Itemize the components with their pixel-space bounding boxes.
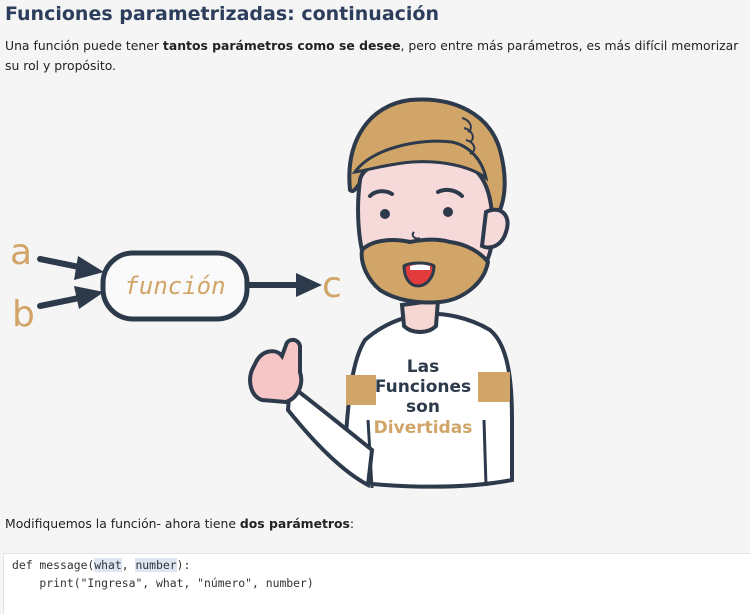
ear	[479, 207, 510, 250]
input-a-label: a	[10, 232, 32, 273]
arrow-c-icon	[246, 273, 322, 297]
shirt-text-1: Las	[407, 357, 439, 377]
second-paragraph: Modifiquemos la función- ahora tiene dos…	[5, 516, 354, 531]
para2-bold: dos parámetros	[239, 516, 350, 531]
function-diagram: a b función c	[10, 232, 342, 335]
shirt-text-4: Divertidas	[374, 418, 473, 438]
param-what: what	[94, 558, 122, 572]
param-number: number	[135, 558, 177, 572]
neck	[399, 297, 441, 334]
para2-text-2: :	[349, 516, 355, 531]
eye-right	[443, 207, 453, 217]
code-line-1: def message(what, number):	[12, 558, 190, 572]
input-b-label: b	[12, 294, 35, 335]
shirt-text-3: son	[406, 397, 440, 417]
code-line-2: print("Ingresa", what, "número", number)	[12, 576, 314, 590]
code-block: def message(what, number): print("Ingres…	[3, 553, 750, 614]
intro-text-1: Una función puede tener	[5, 38, 163, 53]
para2-text-1: Modifiquemos la función- ahora tiene	[5, 516, 240, 531]
shirt-text-2: Funciones	[375, 377, 471, 397]
code-token: def message(	[12, 558, 95, 572]
sleeve-stripe-left	[346, 375, 376, 405]
page-title: Funciones parametrizadas: continuación	[5, 3, 440, 25]
cartoon-character: Las Funciones son Divertidas	[248, 97, 514, 489]
sleeve-stripe-right	[478, 372, 510, 402]
thumbs-up-hand-icon	[248, 337, 304, 405]
code-token: ,	[121, 558, 136, 572]
function-box-label: función	[124, 272, 225, 300]
arrow-a-icon	[37, 256, 104, 280]
output-c-label: c	[322, 265, 342, 306]
eye-left	[380, 209, 390, 219]
arrow-b-icon	[37, 286, 104, 309]
functions-illustration: a b función c Las Funciones son Divertid…	[10, 97, 514, 489]
code-token: ):	[176, 558, 191, 572]
intro-bold: tantos parámetros como se desee	[162, 38, 401, 53]
intro-paragraph: Una función puede tener tantos parámetro…	[5, 36, 740, 76]
